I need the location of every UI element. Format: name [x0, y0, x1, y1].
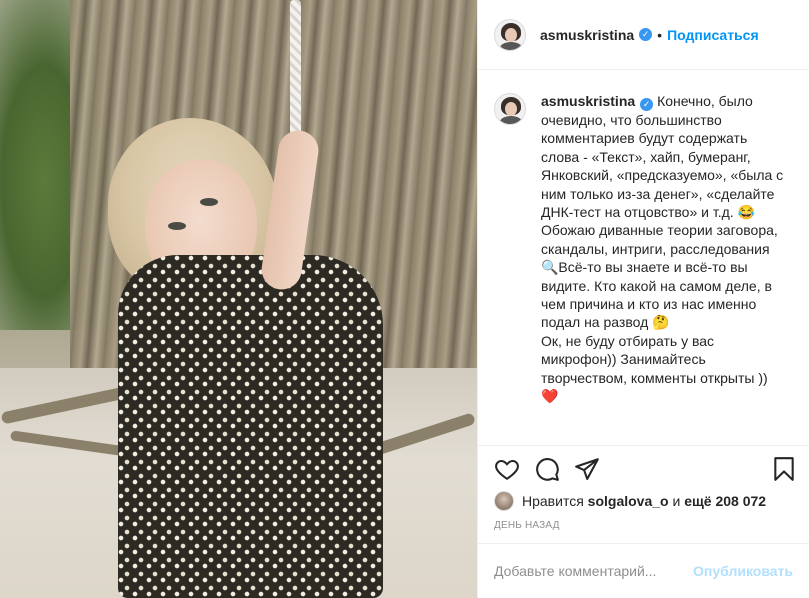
caption-username[interactable]: asmuskristina: [541, 93, 635, 109]
photo-eye: [168, 222, 186, 230]
action-bar: [478, 445, 809, 493]
liker-avatar[interactable]: [494, 491, 514, 511]
comment-input[interactable]: [494, 563, 694, 579]
avatar[interactable]: [494, 93, 526, 125]
bookmark-icon[interactable]: [771, 456, 797, 482]
caption: asmuskristina ✓ Конечно, было очевидно, ч…: [494, 92, 793, 406]
verified-badge-icon: ✓: [640, 98, 654, 111]
heart-icon[interactable]: [494, 456, 520, 482]
caption-body: Конечно, было очевидно, что большинство …: [541, 93, 784, 405]
avatar[interactable]: [494, 18, 526, 51]
photo-eye: [200, 198, 218, 206]
separator-dot: •: [657, 26, 663, 43]
share-icon[interactable]: [574, 456, 600, 482]
liker-username[interactable]: solgalova_o: [588, 493, 669, 509]
publish-button[interactable]: Опубликовать: [693, 563, 793, 579]
caption-text: asmuskristina ✓ Конечно, было очевидно, ч…: [541, 92, 789, 406]
instagram-post: asmuskristina ✓ • Подписаться asmuskrist…: [0, 0, 809, 598]
photo-rope: [290, 0, 301, 150]
verified-badge-icon: ✓: [639, 28, 653, 41]
follow-button[interactable]: Подписаться: [667, 27, 759, 43]
comment-form: Опубликовать: [478, 543, 809, 598]
likes-count[interactable]: ещё 208 072: [684, 493, 766, 509]
photo-dress: [118, 255, 383, 598]
likes-prefix: Нравится: [522, 493, 584, 509]
post-timestamp[interactable]: День назад: [494, 520, 560, 531]
header-username[interactable]: asmuskristina: [540, 27, 634, 43]
comment-icon[interactable]: [534, 456, 560, 482]
likes-summary: Нравится solgalova_o и ещё 208 072: [494, 490, 793, 512]
likes-conjunction: и: [672, 493, 681, 509]
post-side-panel: asmuskristina ✓ • Подписаться asmuskrist…: [477, 0, 809, 598]
caption-area: asmuskristina ✓ Конечно, было очевидно, ч…: [478, 71, 809, 445]
post-photo[interactable]: [0, 0, 477, 598]
post-header: asmuskristina ✓ • Подписаться: [478, 0, 809, 70]
